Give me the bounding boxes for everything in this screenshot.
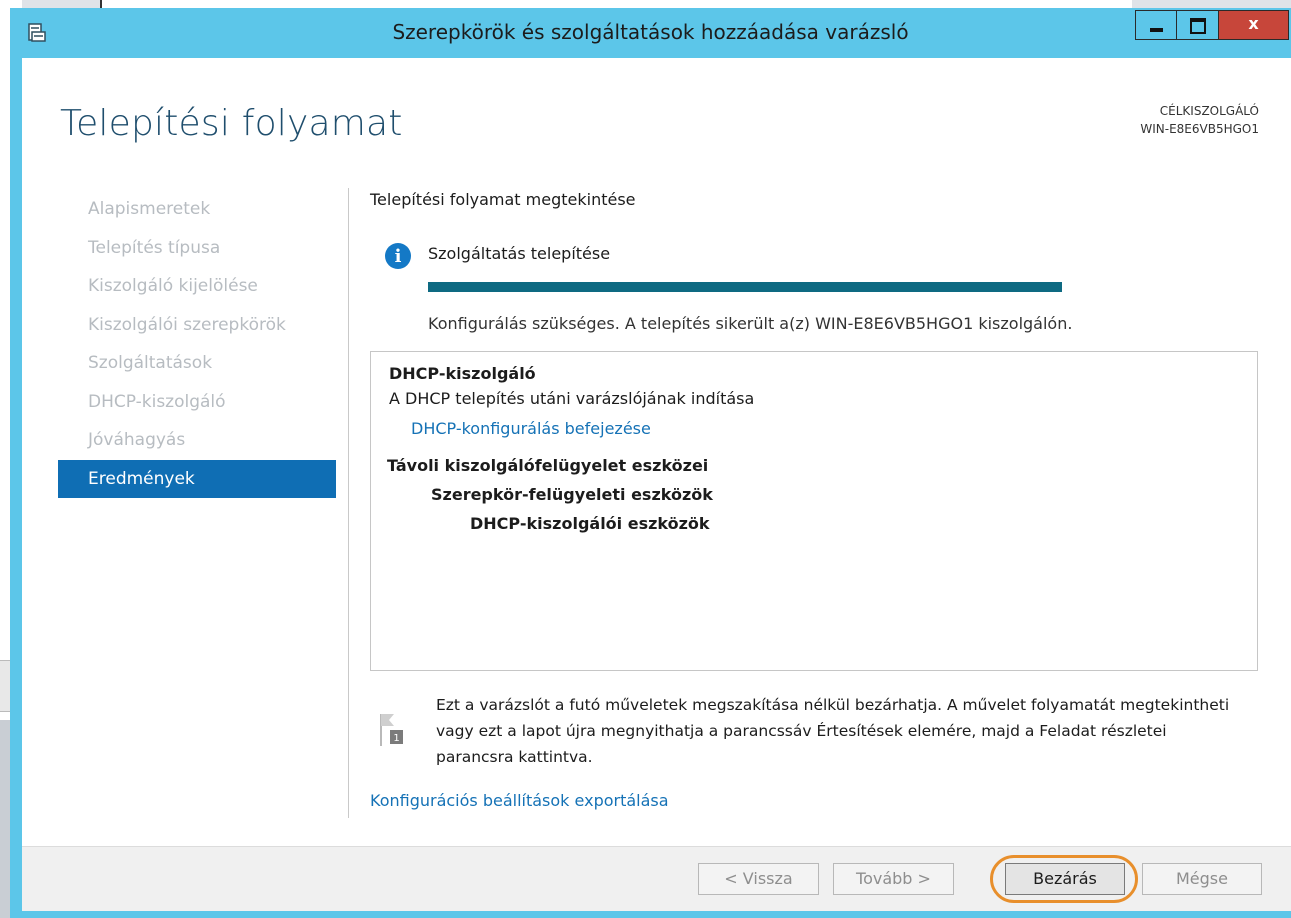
wizard-steps-nav: Alapismeretek Telepítés típusa Kiszolgál… — [58, 190, 336, 498]
nav-item-features[interactable]: Szolgáltatások — [58, 344, 336, 383]
nav-item-results[interactable]: Eredmények — [58, 459, 336, 498]
cancel-button[interactable]: Mégse — [1142, 863, 1262, 895]
window-title: Szerepkörök és szolgáltatások hozzáadása… — [392, 20, 909, 44]
result-dhcp-server: DHCP-kiszolgáló — [389, 364, 536, 383]
install-result-text: Konfigurálás szükséges. A telepítés sike… — [428, 314, 1073, 333]
nav-item-basics[interactable]: Alapismeretek — [58, 190, 336, 229]
nav-item-confirmation[interactable]: Jóváhagyás — [58, 421, 336, 460]
dhcp-config-link[interactable]: DHCP-konfigurálás befejezése — [411, 419, 651, 438]
close-button[interactable]: Bezárás — [1005, 863, 1125, 895]
section-title: Telepítési folyamat megtekintése — [370, 190, 636, 209]
info-icon: i — [385, 243, 411, 269]
result-post-install: A DHCP telepítés utáni varázslójának ind… — [389, 389, 755, 408]
nav-item-server-roles[interactable]: Kiszolgálói szerepkörök — [58, 306, 336, 345]
next-button[interactable]: Tovább > — [833, 863, 954, 895]
page-title: Telepítési folyamat — [60, 103, 403, 144]
notification-flag-icon: 1 — [380, 714, 403, 746]
wizard-content: Telepítési folyamat CÉLKISZOLGÁLÓ WIN-E8… — [22, 58, 1291, 846]
close-icon: x — [1248, 14, 1259, 33]
title-bar[interactable]: Szerepkörök és szolgáltatások hozzáadása… — [10, 8, 1291, 58]
close-window-button[interactable]: x — [1219, 10, 1289, 40]
close-wizard-note: Ezt a varázslót a futó műveletek megszak… — [436, 696, 1230, 766]
nav-item-server-selection[interactable]: Kiszolgáló kijelölése — [58, 267, 336, 306]
install-status: Szolgáltatás telepítése — [428, 244, 611, 263]
back-button[interactable]: < Vissza — [698, 863, 819, 895]
wizard-window: Szerepkörök és szolgáltatások hozzáadása… — [10, 8, 1291, 918]
maximize-icon — [1190, 18, 1206, 34]
minimize-button[interactable] — [1135, 10, 1177, 40]
export-settings-link[interactable]: Konfigurációs beállítások exportálása — [370, 791, 669, 810]
nav-divider — [348, 188, 349, 818]
maximize-button[interactable] — [1177, 10, 1219, 40]
result-role-tools: Szerepkör-felügyeleti eszközök — [431, 485, 713, 504]
wizard-footer: < Vissza Tovább > Bezárás Mégse — [22, 846, 1291, 911]
progress-fill — [428, 282, 1062, 292]
minimize-icon — [1150, 28, 1163, 32]
results-list: DHCP-kiszolgáló A DHCP telepítés utáni v… — [370, 351, 1258, 671]
nav-item-dhcp-server[interactable]: DHCP-kiszolgáló — [58, 383, 336, 422]
result-rsat: Távoli kiszolgálófelügyelet eszközei — [387, 456, 709, 475]
flag-badge: 1 — [393, 733, 399, 744]
target-server-label: CÉLKISZOLGÁLÓ — [1159, 104, 1259, 118]
nav-item-install-type[interactable]: Telepítés típusa — [58, 229, 336, 268]
result-dhcp-tools: DHCP-kiszolgálói eszközök — [470, 514, 710, 533]
progress-bar — [428, 282, 1062, 292]
target-server-name: WIN-E8E6VB5HGO1 — [1140, 122, 1259, 136]
